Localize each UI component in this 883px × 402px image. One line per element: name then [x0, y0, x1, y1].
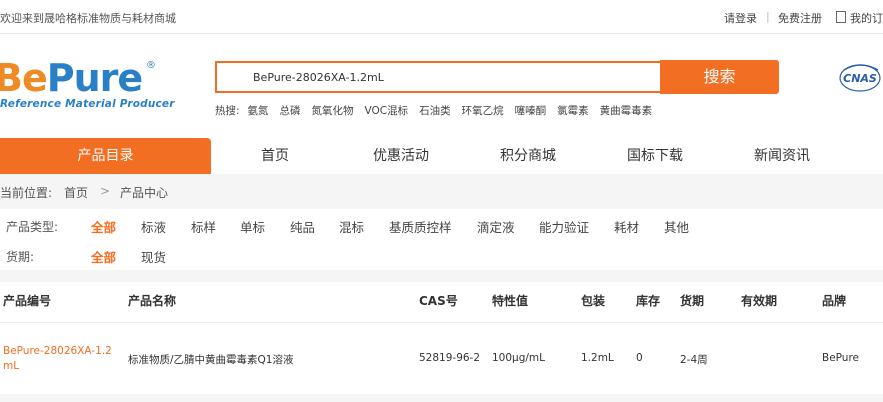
product-lead: 2-4周 [680, 354, 708, 366]
col-header-value: 特性值 [492, 294, 529, 308]
logo-subtitle: Reference Material Producer [0, 98, 175, 110]
filter-type-option[interactable]: 纯品 [290, 217, 315, 236]
filter-delivery-all[interactable]: 全部 [91, 247, 116, 266]
bepure-logo[interactable]: BePure ® Reference Material Producer [0, 56, 174, 116]
cnas-badge: CNAS [839, 64, 881, 92]
hot-item[interactable]: 黄曲霉毒素 [600, 105, 653, 117]
hot-item[interactable]: VOC混标 [365, 105, 409, 117]
nav-standards-download[interactable]: 国标下载 [627, 138, 683, 174]
divider: | [766, 10, 770, 23]
my-orders-label: 我的订 [850, 12, 883, 25]
nav-points-mall[interactable]: 积分商城 [500, 138, 556, 174]
col-header-brand: 品牌 [822, 294, 847, 308]
col-header-stock: 库存 [636, 294, 661, 308]
filter-delivery-option[interactable]: 现货 [141, 247, 166, 266]
filter-type-option[interactable]: 其他 [664, 217, 689, 236]
product-value: 100μg/mL [492, 352, 546, 364]
login-link[interactable]: 请登录 [724, 10, 757, 26]
logo-pure: Pure [46, 56, 143, 100]
filter-type-label: 产品类型: [6, 220, 59, 234]
cnas-text: CNAS [843, 72, 877, 85]
filter-type-option[interactable]: 基质质控样 [389, 217, 452, 236]
product-stock: 0 [636, 352, 643, 364]
register-link[interactable]: 免费注册 [778, 10, 822, 26]
filter-type-option[interactable]: 标样 [191, 217, 216, 236]
nav-news[interactable]: 新闻资讯 [754, 138, 810, 174]
hot-item[interactable]: 环氧乙烷 [462, 105, 504, 117]
divider [0, 322, 883, 323]
breadcrumb-home[interactable]: 首页 [64, 184, 88, 201]
col-header-pack: 包装 [581, 294, 606, 308]
filter-type-option[interactable]: 耗材 [614, 217, 639, 236]
breadcrumb-prefix: 当前位置: [0, 186, 53, 200]
filter-type-option[interactable]: 混标 [339, 217, 364, 236]
nav-product-catalog[interactable]: 产品目录 [0, 138, 211, 174]
col-header-name: 产品名称 [128, 294, 177, 308]
my-orders-link[interactable]: 我的订 [836, 10, 883, 26]
hot-item[interactable]: 氮氧化物 [312, 105, 354, 117]
chevron-right-icon: > [100, 184, 111, 198]
filter-type-option[interactable]: 单标 [240, 217, 265, 236]
filter-type-all[interactable]: 全部 [91, 217, 116, 236]
search-input[interactable] [217, 63, 660, 91]
nav-home[interactable]: 首页 [261, 138, 289, 174]
col-header-expiry: 有效期 [741, 294, 778, 308]
col-header-code: 产品编号 [3, 294, 52, 308]
hot-searches: 热搜: 氨氮 总磷 氮氧化物 VOC混标 石油类 环氧乙烷 噻嗪酮 氯霉素 黄曲霉毒素 [215, 103, 663, 118]
section-divider [0, 270, 883, 282]
hot-item[interactable]: 石油类 [419, 105, 451, 117]
hot-item[interactable]: 氯霉素 [557, 105, 589, 117]
document-icon [836, 11, 846, 23]
search-box [215, 61, 660, 93]
section-divider [0, 394, 883, 402]
logo-be: Be [0, 56, 48, 100]
filter-type-option[interactable]: 滴定液 [477, 217, 515, 236]
col-header-cas: CAS号 [419, 294, 458, 308]
product-pack: 1.2mL [581, 352, 614, 364]
col-header-lead: 货期 [680, 294, 705, 308]
filter-type-option[interactable]: 能力验证 [539, 217, 589, 236]
hot-item[interactable]: 噻嗪酮 [515, 105, 547, 117]
filter-type-option[interactable]: 标液 [141, 217, 166, 236]
registered-mark: ® [146, 60, 156, 71]
product-brand: BePure [822, 352, 860, 364]
product-name: 标准物质/乙腈中黄曲霉毒素Q1溶液 [128, 354, 294, 366]
breadcrumb-current: 产品中心 [120, 186, 169, 200]
hot-label: 热搜: [215, 105, 240, 117]
search-button[interactable]: 搜索 [660, 60, 779, 94]
nav-promotions[interactable]: 优惠活动 [373, 138, 429, 174]
welcome-text: 欢迎来到晟哈格标准物质与耗材商城 [0, 12, 176, 25]
hot-item[interactable]: 氨氮 [248, 105, 269, 117]
product-cas: 52819-96-2 [419, 352, 481, 364]
hot-item[interactable]: 总磷 [280, 105, 301, 117]
product-code-link[interactable]: BePure-28026XA-1.2mL [3, 344, 121, 374]
filter-delivery-label: 货期: [6, 250, 35, 264]
